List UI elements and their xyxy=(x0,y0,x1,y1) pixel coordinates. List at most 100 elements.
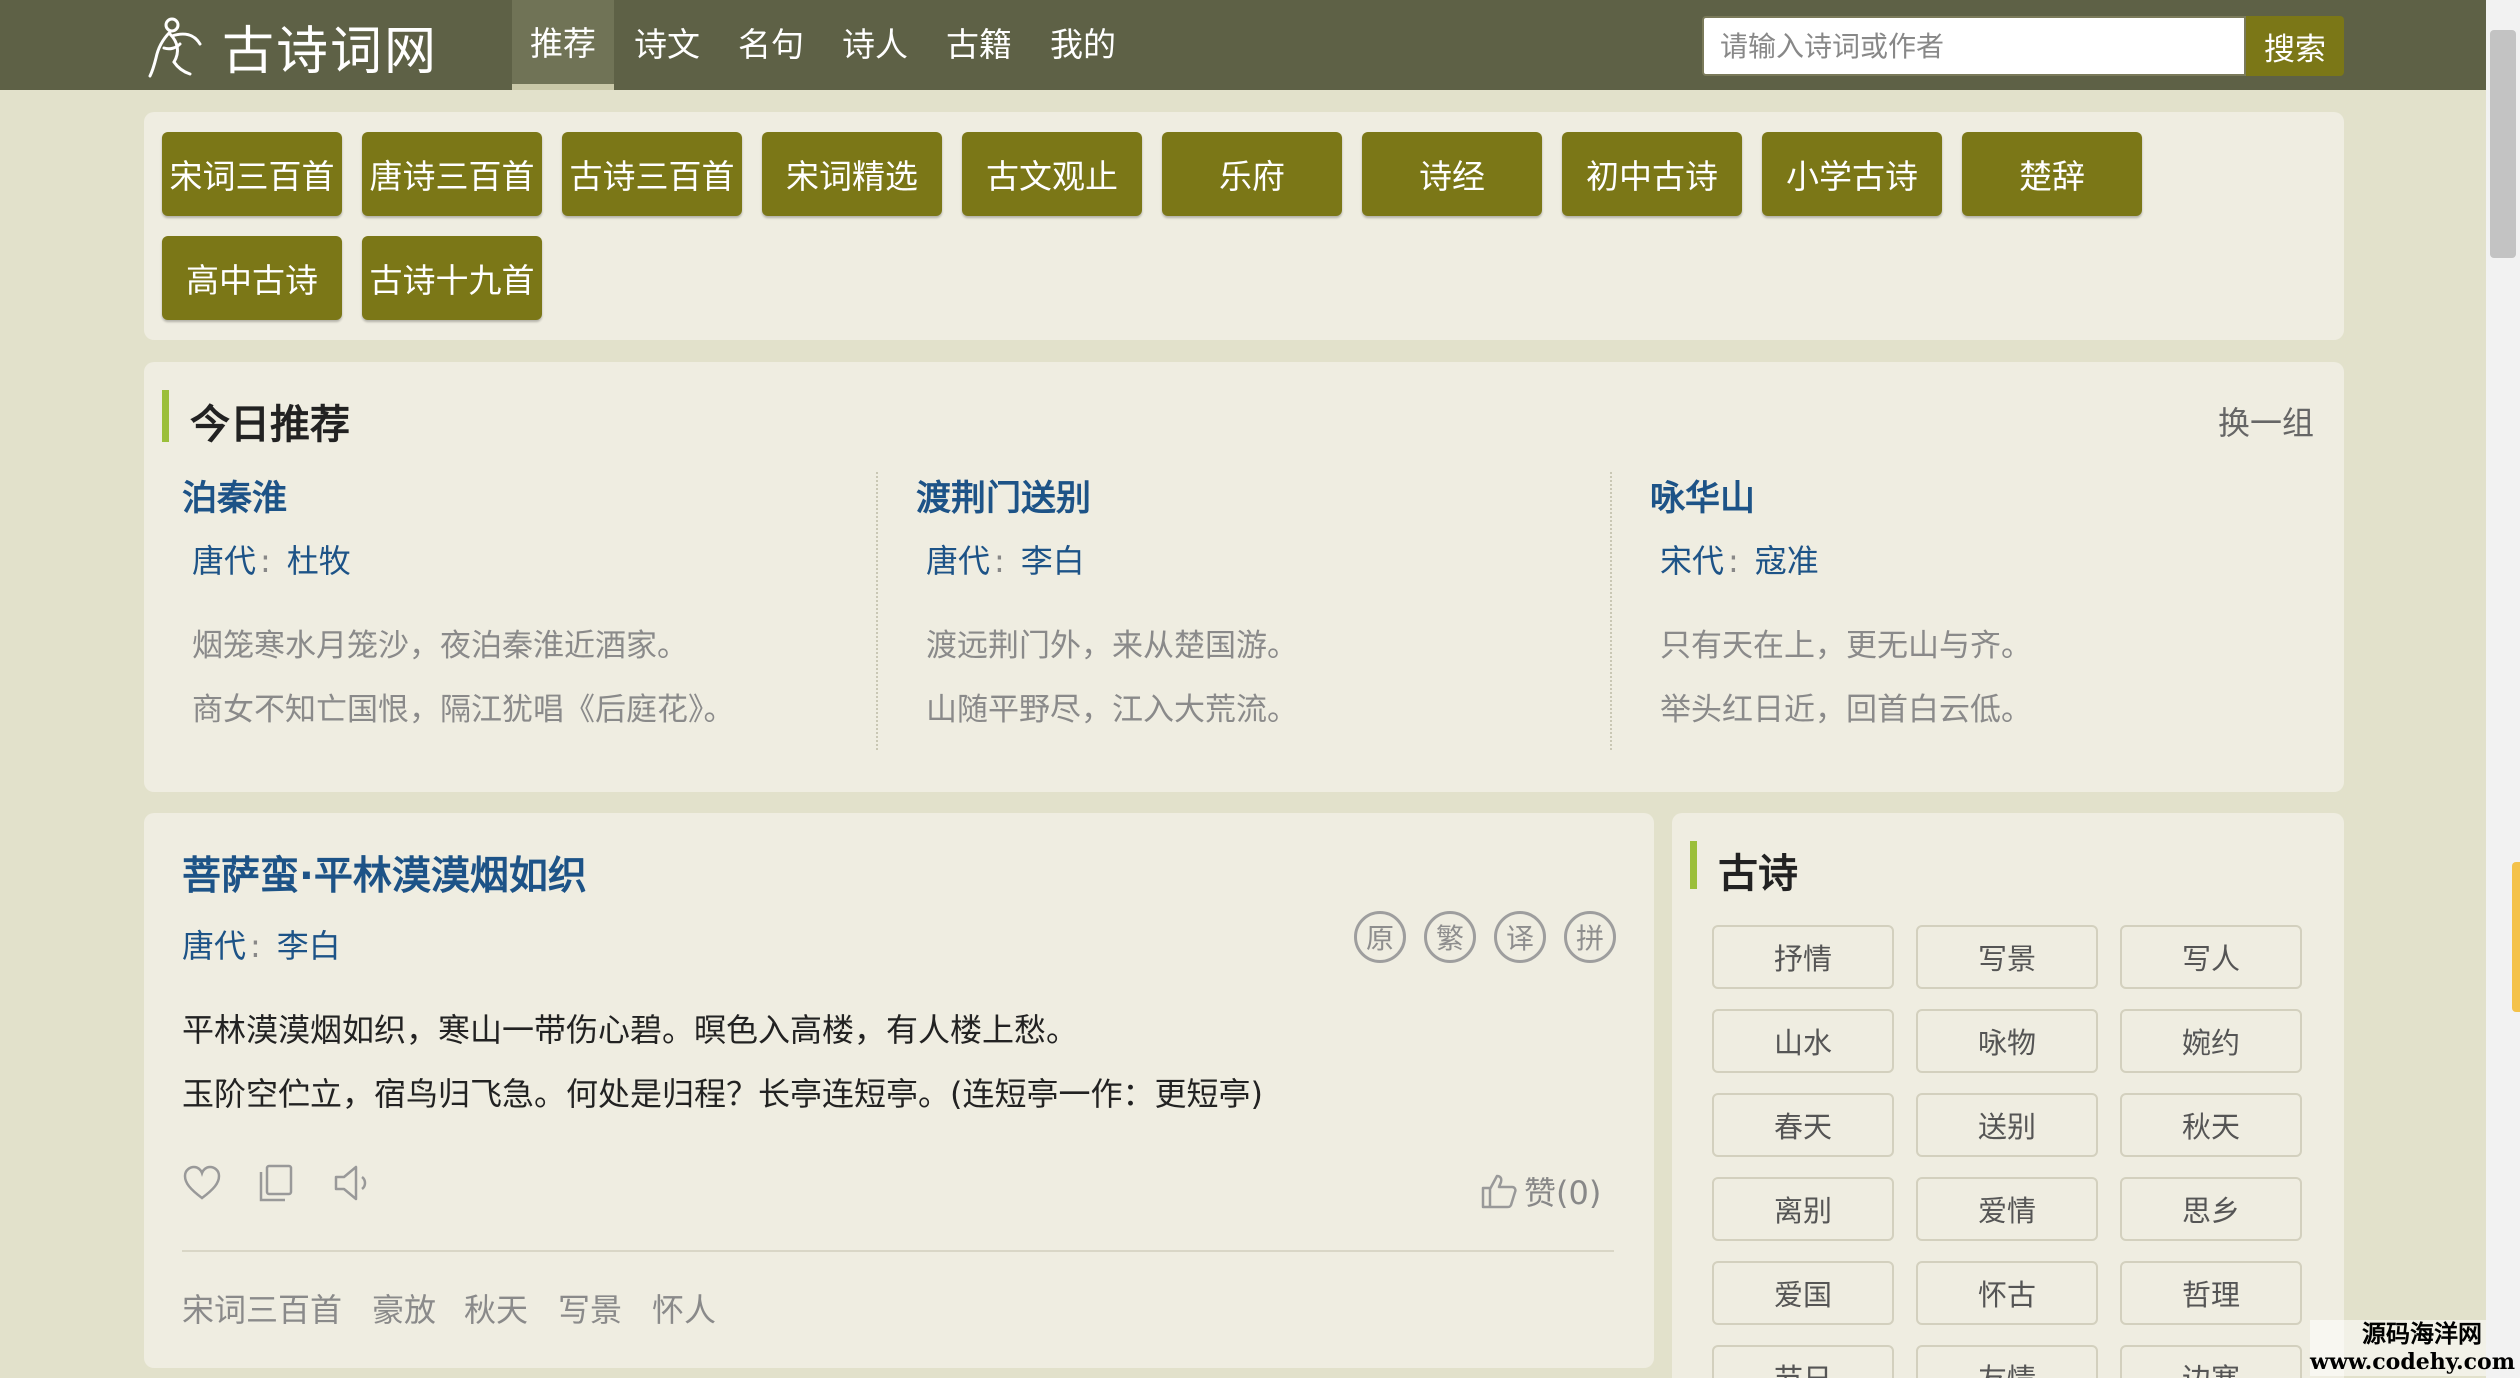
watermark: 源码海洋网 www.codehy.com xyxy=(2310,1319,2515,1376)
logo-figure-icon xyxy=(148,17,202,78)
category-button[interactable]: 唐诗三百首 xyxy=(362,132,542,216)
theme-tag-button[interactable]: 抒情 xyxy=(1712,925,1894,989)
theme-tag-button[interactable]: 山水 xyxy=(1712,1009,1894,1073)
column-divider xyxy=(1610,472,1612,750)
theme-tag-button[interactable]: 边塞 xyxy=(2120,1345,2302,1378)
category-button[interactable]: 宋词三百首 xyxy=(162,132,342,216)
category-button[interactable]: 高中古诗 xyxy=(162,236,342,320)
author-link[interactable]: 杜牧 xyxy=(287,542,351,580)
watermark-url: www.codehy.com xyxy=(2310,1349,2515,1375)
scrollbar-thumb[interactable] xyxy=(2490,30,2516,258)
dynasty-link[interactable]: 唐代 xyxy=(182,927,246,965)
poem-line: 商女不知亡国恨，隔江犹唱《后庭花》。 xyxy=(192,692,735,728)
nav-quotes[interactable]: 名句 xyxy=(720,0,822,90)
category-button[interactable]: 初中古诗 xyxy=(1562,132,1742,216)
category-button[interactable]: 古诗十九首 xyxy=(362,236,542,320)
meta-separator: : xyxy=(994,542,1005,580)
dynasty-link[interactable]: 唐代 xyxy=(926,542,990,580)
dynasty-link[interactable]: 宋代 xyxy=(1660,542,1724,580)
poem-line: 烟笼寒水月笼沙，夜泊秦淮近酒家。 xyxy=(192,628,688,664)
poem-meta: 唐代: 李白 xyxy=(182,921,341,967)
section-accent-bar xyxy=(162,390,169,442)
section-title: 今日推荐 xyxy=(190,402,350,448)
category-button[interactable]: 楚辞 xyxy=(1962,132,2142,216)
site-logo[interactable]: 古诗词网 xyxy=(144,14,438,82)
meta-separator: : xyxy=(250,927,261,965)
poem-card: 菩萨蛮·平林漠漠烟如织 唐代: 李白 原 繁 译 拼 平林漠漠烟如织，寒山一带伤心… xyxy=(144,813,1654,1368)
category-panel: 宋词三百首 唐诗三百首 古诗三百首 宋词精选 古文观止 乐府 诗经 初中古诗 小… xyxy=(144,112,2344,340)
poem-tag[interactable]: 写景 xyxy=(558,1285,622,1331)
nav-recommend[interactable]: 推荐 xyxy=(512,0,614,90)
poem-tag[interactable]: 怀人 xyxy=(652,1285,716,1331)
original-text-button[interactable]: 原 xyxy=(1354,911,1406,963)
theme-tag-button[interactable]: 春天 xyxy=(1712,1093,1894,1157)
heart-icon[interactable] xyxy=(182,1163,222,1203)
sidebar-panel: 古诗 抒情 写景 写人 山水 咏物 婉约 春天 送别 秋天 离别 爱情 思乡 爱… xyxy=(1672,813,2344,1378)
theme-tag-button[interactable]: 友情 xyxy=(1916,1345,2098,1378)
category-button[interactable]: 诗经 xyxy=(1362,132,1542,216)
theme-tag-button[interactable]: 节日 xyxy=(1712,1345,1894,1378)
poem-meta: 唐代: 李白 xyxy=(926,536,1085,582)
category-button[interactable]: 宋词精选 xyxy=(762,132,942,216)
search-button[interactable]: 搜索 xyxy=(2246,16,2344,76)
poem-title-link[interactable]: 菩萨蛮·平林漠漠烟如织 xyxy=(182,845,587,901)
site-name: 古诗词网 xyxy=(222,21,439,82)
poem-tag[interactable]: 宋词三百首 xyxy=(182,1285,342,1331)
poem-title-link[interactable]: 咏华山 xyxy=(1650,470,1755,521)
nav-poets[interactable]: 诗人 xyxy=(824,0,926,90)
theme-tag-button[interactable]: 离别 xyxy=(1712,1177,1894,1241)
poem-tag[interactable]: 豪放 xyxy=(372,1285,436,1331)
author-link[interactable]: 李白 xyxy=(1021,542,1085,580)
pinyin-button[interactable]: 拼 xyxy=(1564,911,1616,963)
watermark-name: 源码海洋网 xyxy=(2362,1319,2482,1348)
swap-group-link[interactable]: 换一组 xyxy=(2218,398,2314,444)
meta-separator: : xyxy=(1728,542,1739,580)
poem-line: 渡远荆门外，来从楚国游。 xyxy=(926,628,1298,664)
theme-tag-button[interactable]: 哲理 xyxy=(2120,1261,2302,1325)
section-accent-bar xyxy=(1690,841,1697,889)
copy-icon[interactable] xyxy=(256,1163,296,1203)
today-recommend-panel: 今日推荐 换一组 泊秦淮 唐代: 杜牧 烟笼寒水月笼沙，夜泊秦淮近酒家。 商女不知… xyxy=(144,362,2344,792)
poem-meta: 宋代: 寇准 xyxy=(1660,536,1819,582)
poem-tag[interactable]: 秋天 xyxy=(464,1285,528,1331)
translation-button[interactable]: 译 xyxy=(1494,911,1546,963)
nav-poems[interactable]: 诗文 xyxy=(616,0,718,90)
category-button[interactable]: 古诗三百首 xyxy=(562,132,742,216)
author-link[interactable]: 寇准 xyxy=(1755,542,1819,580)
search-input[interactable] xyxy=(1702,16,2246,76)
traditional-text-button[interactable]: 繁 xyxy=(1424,911,1476,963)
author-link[interactable]: 李白 xyxy=(277,927,341,965)
sidebar-title: 古诗 xyxy=(1718,851,1798,897)
theme-tag-button[interactable]: 怀古 xyxy=(1916,1261,2098,1325)
recommend-card: 咏华山 宋代: 寇准 只有天在上，更无山与齐。 举头红日近，回首白云低。 xyxy=(1650,470,2350,760)
nav-classics[interactable]: 古籍 xyxy=(928,0,1030,90)
column-divider xyxy=(876,472,878,750)
theme-tag-button[interactable]: 咏物 xyxy=(1916,1009,2098,1073)
theme-tag-button[interactable]: 写人 xyxy=(2120,925,2302,989)
top-header: 古诗词网 推荐 诗文 名句 诗人 古籍 我的 搜索 xyxy=(0,0,2520,90)
speaker-icon[interactable] xyxy=(332,1163,376,1203)
category-button[interactable]: 小学古诗 xyxy=(1762,132,1942,216)
recommend-card: 渡荆门送别 唐代: 李白 渡远荆门外，来从楚国游。 山随平野尽，江入大荒流。 xyxy=(916,470,1616,760)
nav-mine[interactable]: 我的 xyxy=(1032,0,1134,90)
meta-separator: : xyxy=(260,542,271,580)
poem-title-link[interactable]: 渡荆门送别 xyxy=(916,470,1091,521)
category-button[interactable]: 乐府 xyxy=(1162,132,1342,216)
like-count: 赞(0) xyxy=(1524,1174,1602,1212)
theme-tag-button[interactable]: 婉约 xyxy=(2120,1009,2302,1073)
side-floating-tab[interactable] xyxy=(2512,862,2520,1012)
theme-tag-button[interactable]: 写景 xyxy=(1916,925,2098,989)
thumbs-up-icon xyxy=(1481,1174,1517,1209)
poem-line: 举头红日近，回首白云低。 xyxy=(1660,692,2032,728)
theme-tag-button[interactable]: 爱国 xyxy=(1712,1261,1894,1325)
theme-tag-button[interactable]: 爱情 xyxy=(1916,1177,2098,1241)
recommend-card: 泊秦淮 唐代: 杜牧 烟笼寒水月笼沙，夜泊秦淮近酒家。 商女不知亡国恨，隔江犹唱《… xyxy=(182,470,882,760)
poem-meta: 唐代: 杜牧 xyxy=(192,536,351,582)
poem-title-link[interactable]: 泊秦淮 xyxy=(182,470,287,521)
theme-tag-button[interactable]: 秋天 xyxy=(2120,1093,2302,1157)
category-button[interactable]: 古文观止 xyxy=(962,132,1142,216)
dynasty-link[interactable]: 唐代 xyxy=(192,542,256,580)
like-button[interactable]: 赞(0) xyxy=(1480,1168,1601,1214)
theme-tag-button[interactable]: 思乡 xyxy=(2120,1177,2302,1241)
theme-tag-button[interactable]: 送别 xyxy=(1916,1093,2098,1157)
